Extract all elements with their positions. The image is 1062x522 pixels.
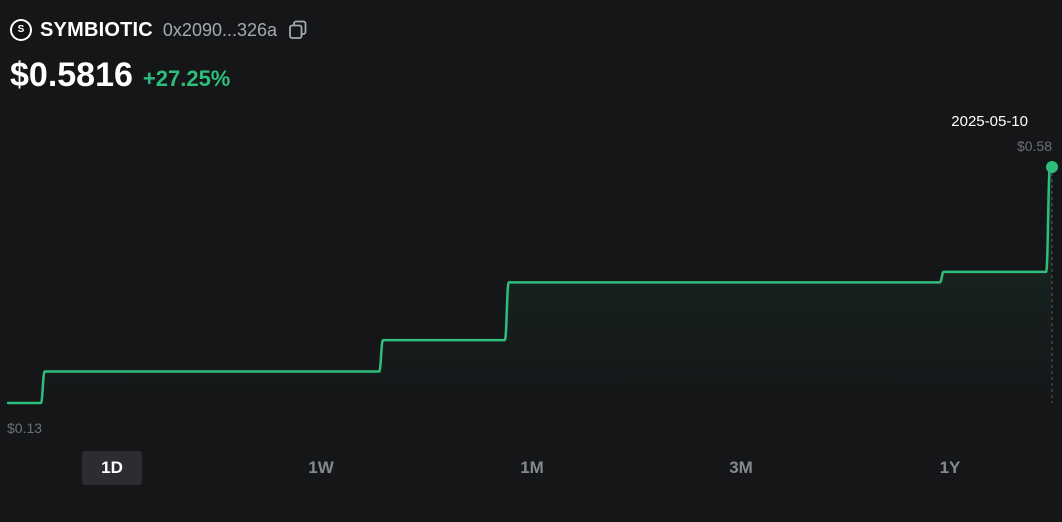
time-range-selector: 1D 1W 1M 3M 1Y: [0, 451, 1062, 487]
price-chart[interactable]: 2025-05-10 $0.58 $0.13: [0, 0, 1062, 450]
range-tab-1d[interactable]: 1D: [82, 451, 142, 485]
range-tab-1y[interactable]: 1Y: [920, 451, 980, 485]
max-price-label: $0.58: [1017, 138, 1052, 154]
min-price-label: $0.13: [7, 420, 42, 436]
price-area-fill: [8, 167, 1052, 403]
range-tab-1w[interactable]: 1W: [291, 451, 351, 485]
range-tab-3m[interactable]: 3M: [711, 451, 771, 485]
range-tab-1m[interactable]: 1M: [502, 451, 562, 485]
hover-date-label: 2025-05-10: [951, 113, 1028, 130]
latest-price-point[interactable]: [1046, 161, 1058, 173]
token-price-page: S SYMBIOTIC 0x2090...326a $0.5816 +27.25…: [0, 0, 1062, 522]
